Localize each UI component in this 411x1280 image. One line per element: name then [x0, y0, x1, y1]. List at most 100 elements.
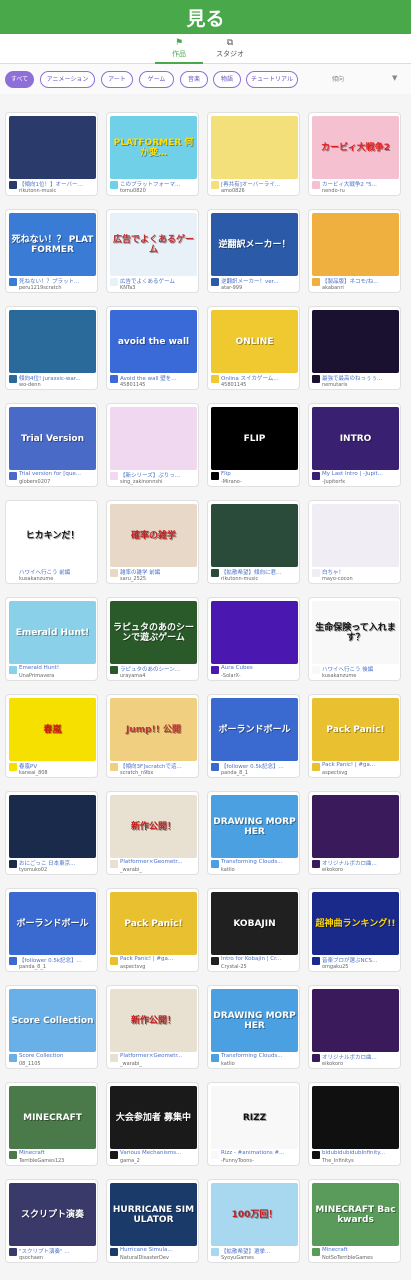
project-title[interactable]: 傾向4位! jurassic-war... — [19, 374, 97, 382]
project-card[interactable]: 生命保険って入れます？ ハワイへ行こう 後編 kusakanzume — [308, 597, 401, 681]
project-card[interactable]: 【拡散希望】傾向に君... rikutonn-music — [207, 500, 300, 584]
chevron-down-icon[interactable]: ▼ — [392, 74, 397, 82]
project-thumbnail[interactable]: DRAWING MORPHER — [211, 795, 298, 858]
user-avatar[interactable] — [9, 860, 17, 868]
project-author[interactable]: tyomuko02 — [19, 867, 97, 873]
project-thumbnail[interactable]: PLATFORMER 何か変… — [110, 116, 197, 179]
user-avatar[interactable] — [9, 181, 17, 189]
project-card[interactable]: [再共有]オーバーライ... amo0826 — [207, 112, 300, 196]
filter-games[interactable]: ゲーム — [139, 71, 174, 88]
project-thumbnail[interactable] — [9, 310, 96, 373]
project-title[interactable]: Flip — [221, 471, 299, 477]
project-title[interactable]: 【follower 0.5k記念】... — [19, 956, 97, 964]
project-author[interactable]: _warabi_ — [120, 1061, 198, 1067]
project-card[interactable]: DRAWING MORPHER Transforming Clouds... kat… — [207, 791, 300, 875]
project-card[interactable]: カービィ大戦争2 カービィ大戦争2 "5... nendo-ru — [308, 112, 401, 196]
project-title[interactable]: Trial version for [que... — [19, 471, 97, 477]
project-thumbnail[interactable]: ONLINE — [211, 310, 298, 373]
project-thumbnail[interactable]: 新作公開！ — [110, 989, 197, 1052]
project-author[interactable]: omgaku25 — [322, 964, 400, 970]
user-avatar[interactable] — [211, 666, 219, 674]
project-author[interactable]: _warabi_ — [120, 867, 198, 873]
project-title[interactable]: [再共有]オーバーライ... — [221, 180, 299, 188]
project-thumbnail[interactable]: ボーランドボール — [9, 892, 96, 955]
project-author[interactable]: The_Infinitys — [322, 1158, 400, 1164]
project-title[interactable]: 【拡散希望】傾向に君... — [221, 568, 299, 576]
filter-art[interactable]: アート — [101, 71, 133, 88]
user-avatar[interactable] — [9, 1151, 17, 1159]
filter-music[interactable]: 音楽 — [180, 71, 208, 88]
tab-studios[interactable]: ⧉ スタジオ — [206, 34, 254, 64]
project-thumbnail[interactable]: Emerald Hunt! — [9, 601, 96, 664]
tab-projects[interactable]: ⚑ 作品 — [155, 34, 203, 64]
project-title[interactable]: 白ちゃ！ — [322, 568, 400, 576]
project-thumbnail[interactable]: 超神曲ランキング!! — [312, 892, 399, 955]
project-card[interactable]: おにごっこ 日本東京... tyomuko02 — [5, 791, 98, 875]
project-card[interactable]: オリジナルボカロ曲... eikokoro — [308, 791, 401, 875]
project-thumbnail[interactable] — [110, 407, 197, 470]
project-thumbnail[interactable]: 広告でよくあるゲーム — [110, 213, 197, 276]
project-thumbnail[interactable]: HURRICANE SIMULATOR — [110, 1183, 197, 1246]
project-title[interactable]: Emerald Hunt! — [19, 665, 97, 671]
project-author[interactable]: mayo-cocon — [322, 576, 400, 582]
project-author[interactable]: aspectsvg — [120, 964, 198, 970]
project-title[interactable]: Intro for Kobajin | Cr... — [221, 956, 299, 962]
project-author[interactable]: scratch_n9bx — [120, 770, 198, 776]
project-card[interactable]: Pack Panic! Pack Panic! | #ga... aspectsvg — [106, 888, 199, 972]
project-thumbnail[interactable] — [312, 1086, 399, 1149]
project-thumbnail[interactable]: INTRO — [312, 407, 399, 470]
user-avatar[interactable] — [312, 957, 320, 965]
project-thumbnail[interactable] — [9, 795, 96, 858]
project-title[interactable]: Transforming Clouds... — [221, 1053, 299, 1059]
project-author[interactable]: NaturalDisasterDev — [120, 1255, 198, 1261]
project-title[interactable]: Minecraft — [322, 1247, 400, 1253]
project-card[interactable]: Trial Version Trial version for [que... gl… — [5, 403, 98, 487]
user-avatar[interactable] — [110, 1151, 118, 1159]
project-card[interactable]: ボーランドボール 【follower 0.5k記念】... panda_8_1 — [207, 694, 300, 778]
project-author[interactable]: -SolarX- — [221, 673, 299, 679]
project-title[interactable]: 広告でよくあるゲーム — [120, 277, 198, 285]
project-author[interactable]: tomu0820 — [120, 188, 198, 194]
project-thumbnail[interactable]: Pack Panic! — [110, 892, 197, 955]
project-title[interactable]: カービィ大戦争2 "5... — [322, 180, 400, 188]
user-avatar[interactable] — [312, 1248, 320, 1256]
project-author[interactable]: atar-999 — [221, 285, 299, 291]
project-author[interactable]: NotSoTerribleGames — [322, 1255, 400, 1261]
user-avatar[interactable] — [211, 278, 219, 286]
project-author[interactable]: rikutonn-music — [221, 576, 299, 582]
project-card[interactable]: 白ちゃ！ mayo-cocon — [308, 500, 401, 584]
project-title[interactable]: Avoid the wall 壁を... — [120, 374, 198, 382]
user-avatar[interactable] — [312, 278, 320, 286]
project-card[interactable]: Emerald Hunt! Emerald Hunt! UnaPrimavera — [5, 597, 98, 681]
project-card[interactable]: FLIP Flip -Mirano- — [207, 403, 300, 487]
project-title[interactable]: "スクリプト演奏" ... — [19, 1247, 97, 1255]
project-title[interactable]: ハワイへ行こう 後編 — [322, 665, 400, 673]
project-title[interactable]: 最強で最高のねっぅぅ... — [322, 374, 400, 382]
project-thumbnail[interactable] — [312, 795, 399, 858]
project-title[interactable]: Pack Panic! | #ga... — [120, 956, 198, 962]
project-author[interactable]: amo0826 — [221, 188, 299, 194]
project-author[interactable]: rikutonn-music — [19, 188, 97, 194]
project-thumbnail[interactable]: 新作公開！ — [110, 795, 197, 858]
project-thumbnail[interactable] — [312, 504, 399, 567]
project-thumbnail[interactable] — [211, 116, 298, 179]
project-title[interactable]: このプラットフォーマ... — [120, 180, 198, 188]
project-card[interactable]: 新作公開！ Platformer×Geometr... _warabi_ — [106, 791, 199, 875]
project-thumbnail[interactable]: 逆翻訳メーカー！ — [211, 213, 298, 276]
project-card[interactable]: ラピュタのあのシーンで遊ぶゲーム ラピュタのあのシーン... urayama4 — [106, 597, 199, 681]
user-avatar[interactable] — [110, 666, 118, 674]
project-card[interactable]: オリジナルボカロ曲... eikokoro — [308, 985, 401, 1069]
project-author[interactable]: wo-denn — [19, 382, 97, 388]
user-avatar[interactable] — [211, 472, 219, 480]
project-author[interactable]: 45801145 — [221, 382, 299, 388]
project-thumbnail[interactable] — [312, 310, 399, 373]
project-card[interactable]: 春嵐 春嵐PV kaneai_808 — [5, 694, 98, 778]
project-thumbnail[interactable]: 生命保険って入れます？ — [312, 601, 399, 664]
project-thumbnail[interactable]: ラピュタのあのシーンで遊ぶゲーム — [110, 601, 197, 664]
user-avatar[interactable] — [110, 278, 118, 286]
user-avatar[interactable] — [312, 763, 320, 771]
project-card[interactable]: 【製品版】ネコモ/ね... akabanri — [308, 209, 401, 293]
project-author[interactable]: -FunnyToons- — [221, 1158, 299, 1164]
project-thumbnail[interactable]: Pack Panic! — [312, 698, 399, 761]
project-thumbnail[interactable]: FLIP — [211, 407, 298, 470]
